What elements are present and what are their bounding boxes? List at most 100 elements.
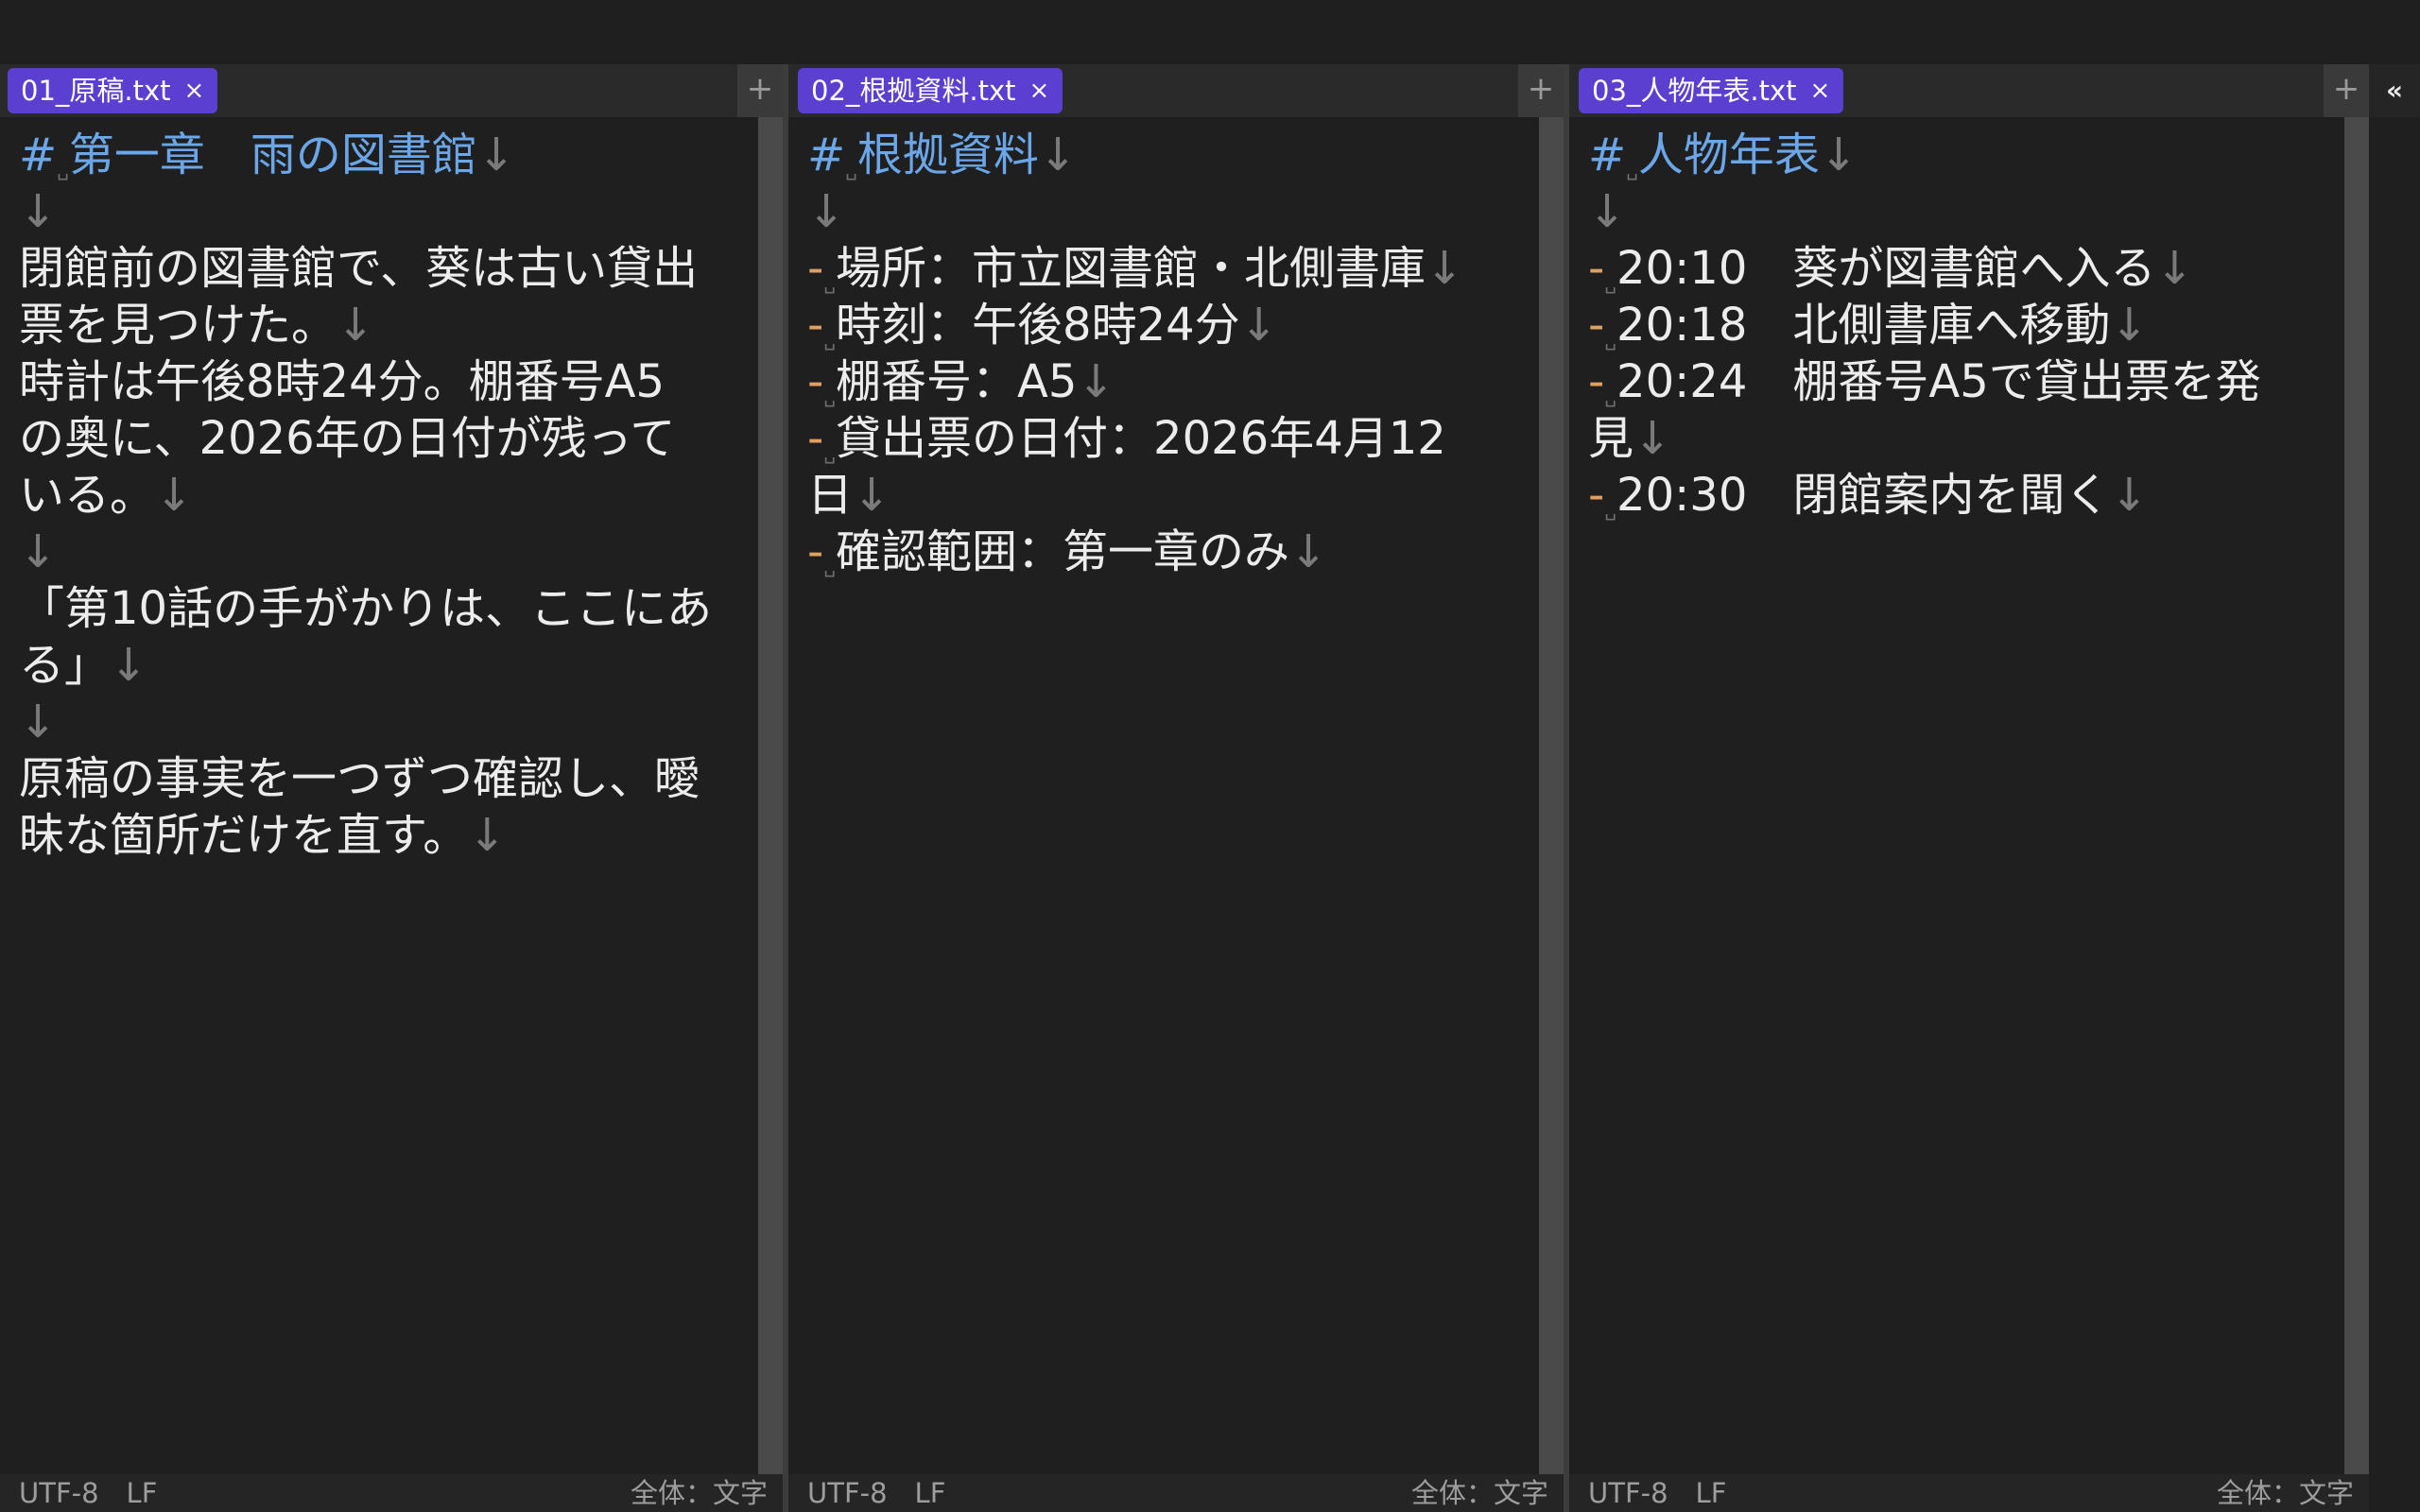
tab-close-icon[interactable]: ×: [184, 68, 205, 113]
scrollbar[interactable]: [2344, 117, 2369, 1512]
scrollbar[interactable]: [758, 117, 783, 1512]
newline-marker-icon: ↓: [1077, 355, 1115, 408]
text-line: 「第10話の手がかりは、ここにあ: [19, 580, 712, 637]
newline-marker-icon: ↓: [853, 469, 891, 522]
newline-marker-icon: ↓: [1239, 299, 1278, 352]
text-line: ↓: [19, 183, 712, 240]
list-marker: -: [1588, 469, 1605, 522]
body-text: る」: [19, 639, 111, 692]
text-line: -␣20:30 閉館案内を聞く↓: [1588, 467, 2261, 524]
list-marker: -: [807, 299, 824, 352]
body-text: 昧な箇所だけを直す。: [19, 809, 469, 862]
editor-text-area[interactable]: #␣第一章 雨の図書館↓ ↓ 閉館前の図書館で、葵は古い貸出 票を見つけた。↓ 時計は午…: [19, 127, 712, 864]
text-line: -␣20:18 北側書庫へ移動↓: [1588, 297, 2261, 353]
newline-marker-icon: ↓: [468, 809, 507, 862]
text-line: #␣第一章 雨の図書館↓: [19, 127, 712, 183]
scrollbar[interactable]: [1539, 117, 1564, 1512]
tab-bar: 02_根拠資料.txt × +: [788, 64, 1564, 117]
body-text: 見: [1588, 412, 1634, 465]
tab-file-1[interactable]: 01_原稿.txt ×: [8, 68, 218, 113]
body-text: 閉館前の図書館で、葵は古い貸出: [19, 242, 699, 295]
heading-text: 根拠資料: [856, 129, 1039, 181]
body-text: 時刻：午後8時24分: [836, 299, 1240, 352]
encoding-status[interactable]: UTF-8 LF: [1588, 1474, 1726, 1512]
space-marker-icon: ␣: [1604, 498, 1617, 521]
newline-marker-icon: ↓: [110, 639, 148, 692]
newline-marker-icon: ↓: [1634, 412, 1672, 465]
count-mode-status[interactable]: 全体：文字: [1411, 1474, 1548, 1512]
text-line: 閉館前の図書館で、葵は古い貸出: [19, 240, 712, 297]
count-mode-status[interactable]: 全体：文字: [2217, 1474, 2354, 1512]
newline-marker-icon: ↓: [1819, 129, 1858, 181]
status-bar: UTF-8 LF 全体：文字: [1569, 1474, 2369, 1512]
tab-file-3[interactable]: 03_人物年表.txt ×: [1579, 68, 1844, 113]
list-marker: -: [807, 242, 824, 295]
tab-label: 03_人物年表.txt: [1592, 75, 1797, 107]
space-marker-icon: ␣: [1604, 385, 1617, 407]
text-line: -␣時刻：午後8時24分↓: [807, 297, 1463, 353]
newline-marker-icon: ↓: [19, 525, 58, 578]
new-tab-button[interactable]: +: [2324, 64, 2369, 117]
newline-marker-icon: ↓: [2110, 299, 2149, 352]
body-text: 20:30 閉館案内を聞く: [1616, 469, 2111, 522]
text-line: 昧な箇所だけを直す。↓: [19, 807, 712, 864]
count-mode-status[interactable]: 全体：文字: [631, 1474, 768, 1512]
collapse-panel-button[interactable]: «: [2369, 64, 2420, 117]
body-text: 時計は午後8時24分。棚番号A5: [19, 355, 665, 408]
space-marker-icon: ␣: [1604, 328, 1617, 351]
list-marker: -: [807, 525, 824, 578]
editor-text-area[interactable]: #␣人物年表↓ ↓ -␣20:10 葵が図書館へ入る↓ -␣20:18 北側書庫へ移動…: [1588, 127, 2261, 524]
text-line: の奥に、2026年の日付が残って: [19, 410, 712, 467]
space-marker-icon: ␣: [823, 385, 837, 407]
new-tab-button[interactable]: +: [1518, 64, 1564, 117]
editor-text-area[interactable]: #␣根拠資料↓ ↓ -␣場所：市立図書館・北側書庫↓ -␣時刻：午後8時24分↓ -␣棚…: [807, 127, 1463, 580]
text-line: 票を見つけた。↓: [19, 297, 712, 353]
text-line: -␣棚番号：A5↓: [807, 353, 1463, 410]
space-marker-icon: ␣: [845, 158, 857, 180]
tab-close-icon[interactable]: ×: [1029, 68, 1050, 113]
encoding-status[interactable]: UTF-8 LF: [19, 1474, 157, 1512]
body-text: いる。: [19, 469, 156, 522]
window-titlebar: [0, 0, 2420, 64]
tab-label: 02_根拠資料.txt: [811, 75, 1016, 107]
newline-marker-icon: ↓: [476, 129, 516, 181]
body-text: 「第10話の手がかりは、ここにあ: [19, 582, 713, 635]
space-marker-icon: ␣: [823, 328, 837, 351]
body-text: 貸出票の日付：2026年4月12: [836, 412, 1446, 465]
body-text: 20:18 北側書庫へ移動: [1616, 299, 2111, 352]
status-bar: UTF-8 LF 全体：文字: [0, 1474, 783, 1512]
text-line: #␣根拠資料↓: [807, 127, 1463, 183]
text-line: ↓: [1588, 183, 2261, 240]
text-line: #␣人物年表↓: [1588, 127, 2261, 183]
newline-marker-icon: ↓: [337, 299, 375, 352]
list-marker: -: [1588, 355, 1605, 408]
space-marker-icon: ␣: [1626, 158, 1638, 180]
space-marker-icon: ␣: [823, 555, 837, 577]
space-marker-icon: ␣: [1604, 271, 1617, 294]
text-line: -␣場所：市立図書館・北側書庫↓: [807, 240, 1463, 297]
tab-file-2[interactable]: 02_根拠資料.txt ×: [798, 68, 1063, 113]
newline-marker-icon: ↓: [19, 696, 58, 748]
heading-text: #: [1588, 129, 1627, 181]
text-line: 日↓: [807, 467, 1463, 524]
editor-pane-3: 03_人物年表.txt × + #␣人物年表↓ ↓ -␣20:10 葵が図書館へ入る…: [1569, 64, 2369, 1512]
tab-close-icon[interactable]: ×: [1810, 68, 1831, 113]
encoding-status[interactable]: UTF-8 LF: [807, 1474, 945, 1512]
newline-marker-icon: ↓: [19, 185, 58, 238]
text-line: -␣20:10 葵が図書館へ入る↓: [1588, 240, 2261, 297]
list-marker: -: [1588, 242, 1605, 295]
tab-bar: 03_人物年表.txt × +: [1569, 64, 2369, 117]
body-text: 確認範囲：第一章のみ: [836, 525, 1290, 578]
text-line: ↓: [19, 524, 712, 580]
text-line: 原稿の事実を一つずつ確認し、曖: [19, 750, 712, 807]
space-marker-icon: ␣: [823, 441, 837, 464]
newline-marker-icon: ↓: [155, 469, 194, 522]
text-line: ↓: [19, 694, 712, 750]
list-marker: -: [1588, 299, 1605, 352]
text-line: いる。↓: [19, 467, 712, 524]
new-tab-button[interactable]: +: [737, 64, 783, 117]
heading-text: #: [19, 129, 58, 181]
heading-text: 第一章 雨の図書館: [68, 129, 477, 181]
text-line: る」↓: [19, 637, 712, 694]
tab-bar: 01_原稿.txt × +: [0, 64, 783, 117]
